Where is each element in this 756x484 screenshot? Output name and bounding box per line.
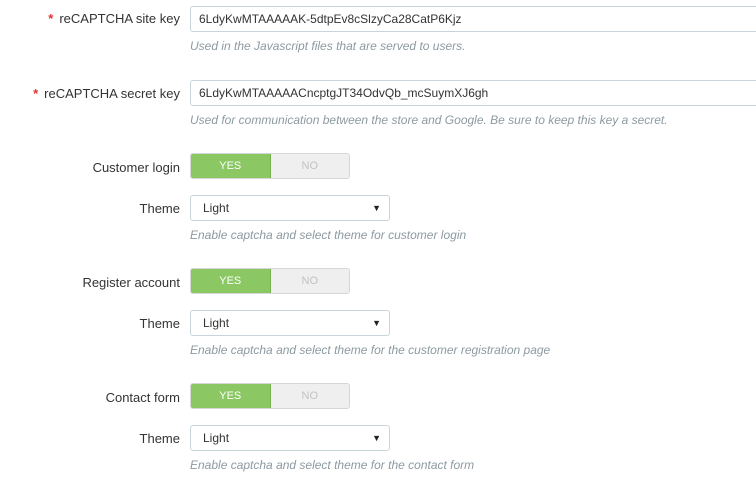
- register-account-hint: Enable captcha and select theme for the …: [190, 343, 551, 357]
- contact-form-toggle[interactable]: YES NO: [190, 383, 350, 409]
- register-account-theme-value: Light: [203, 316, 230, 330]
- contact-form-theme-label: Theme: [139, 431, 180, 446]
- customer-login-theme-select[interactable]: Light ▼: [190, 195, 390, 221]
- caret-down-icon: ▼: [372, 433, 381, 443]
- caret-down-icon: ▼: [372, 203, 381, 213]
- recaptcha-settings-form: *reCAPTCHA site key Used in the Javascri…: [0, 0, 756, 484]
- customer-login-yes-option[interactable]: YES: [191, 154, 271, 178]
- contact-form-yes-option[interactable]: YES: [191, 384, 271, 408]
- customer-login-no-option[interactable]: NO: [270, 154, 349, 178]
- site-key-hint: Used in the Javascript files that are se…: [190, 39, 466, 53]
- site-key-input[interactable]: [190, 6, 756, 32]
- site-key-label: * reCAPTCHA site key: [48, 11, 180, 26]
- register-account-theme-label: Theme: [139, 316, 180, 331]
- contact-form-theme-select[interactable]: Light ▼: [190, 425, 390, 451]
- secret-key-hint: Used for communication between the store…: [190, 113, 668, 127]
- contact-form-theme-value: Light: [203, 431, 230, 445]
- secret-key-label: * reCAPTCHA secret key: [33, 86, 180, 101]
- caret-down-icon: ▼: [372, 318, 381, 328]
- customer-login-theme-label: Theme: [139, 201, 180, 216]
- customer-login-toggle[interactable]: YES NO: [190, 153, 350, 179]
- register-account-no-option[interactable]: NO: [270, 269, 349, 293]
- register-account-toggle[interactable]: YES NO: [190, 268, 350, 294]
- customer-login-theme-value: Light: [203, 201, 230, 215]
- register-account-label: Register account: [82, 275, 180, 290]
- register-account-theme-select[interactable]: Light ▼: [190, 310, 390, 336]
- contact-form-no-option[interactable]: NO: [270, 384, 349, 408]
- required-marker: *: [33, 86, 39, 101]
- contact-form-label: Contact form: [105, 390, 180, 405]
- register-account-yes-option[interactable]: YES: [191, 269, 271, 293]
- contact-form-hint: Enable captcha and select theme for the …: [190, 458, 475, 472]
- customer-login-hint: Enable captcha and select theme for cust…: [190, 228, 467, 242]
- secret-key-input[interactable]: [190, 80, 756, 106]
- customer-login-label: Customer login: [92, 160, 180, 175]
- required-marker: *: [48, 11, 54, 26]
